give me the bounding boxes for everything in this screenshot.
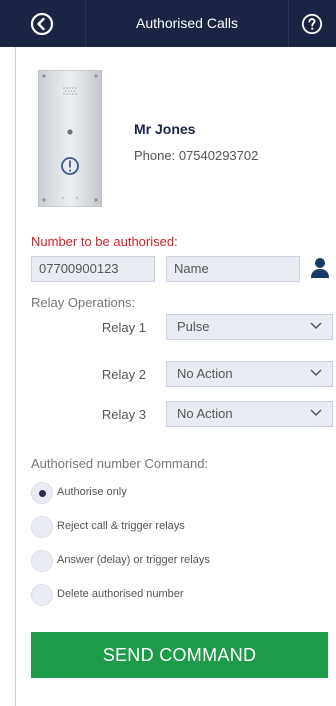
back-button[interactable]	[0, 0, 86, 47]
page-title: Authorised Calls	[136, 15, 238, 31]
command-label: Authorised number Command:	[31, 456, 209, 471]
content-border	[15, 47, 16, 706]
chevron-down-icon	[310, 322, 322, 330]
contact-name: Mr Jones	[134, 121, 196, 137]
relay-3-select[interactable]: No Action	[166, 401, 333, 427]
radio-button[interactable]	[31, 550, 53, 572]
relay-1-label: Relay 1	[101, 320, 146, 335]
number-label: Number to be authorised:	[31, 234, 178, 249]
app-header: Authorised Calls	[0, 0, 336, 47]
radio-button[interactable]	[31, 584, 53, 606]
radio-button[interactable]	[31, 516, 53, 538]
relay-2-select[interactable]: No Action	[166, 361, 333, 387]
chevron-down-icon	[310, 409, 322, 417]
relay-operations-label: Relay Operations:	[31, 295, 136, 310]
back-icon	[30, 12, 54, 35]
relay-3-label: Relay 3	[101, 407, 146, 422]
contact-phone: Phone: 07540293702	[134, 148, 259, 163]
chevron-down-icon	[310, 369, 322, 377]
radio-label: Answer (delay) or trigger relays	[57, 554, 210, 566]
radio-label: Delete authorised number	[57, 588, 184, 600]
relay-1-select[interactable]: Pulse	[166, 314, 333, 340]
send-command-button[interactable]: SEND COMMAND	[31, 632, 328, 678]
relay-3-value: No Action	[177, 406, 233, 421]
number-input[interactable]: 07700900123	[31, 256, 155, 282]
radio-label: Authorise only	[57, 486, 127, 498]
relay-2-value: No Action	[177, 366, 233, 381]
radio-label: Reject call & trigger relays	[57, 520, 185, 532]
help-icon	[301, 13, 323, 34]
user-icon[interactable]	[310, 257, 330, 279]
relay-2-label: Relay 2	[101, 367, 146, 382]
intercom-panel-image	[38, 70, 102, 207]
relay-1-value: Pulse	[177, 319, 210, 334]
name-input[interactable]: Name	[166, 256, 300, 282]
radio-button[interactable]	[31, 482, 53, 504]
help-button[interactable]	[288, 0, 336, 47]
